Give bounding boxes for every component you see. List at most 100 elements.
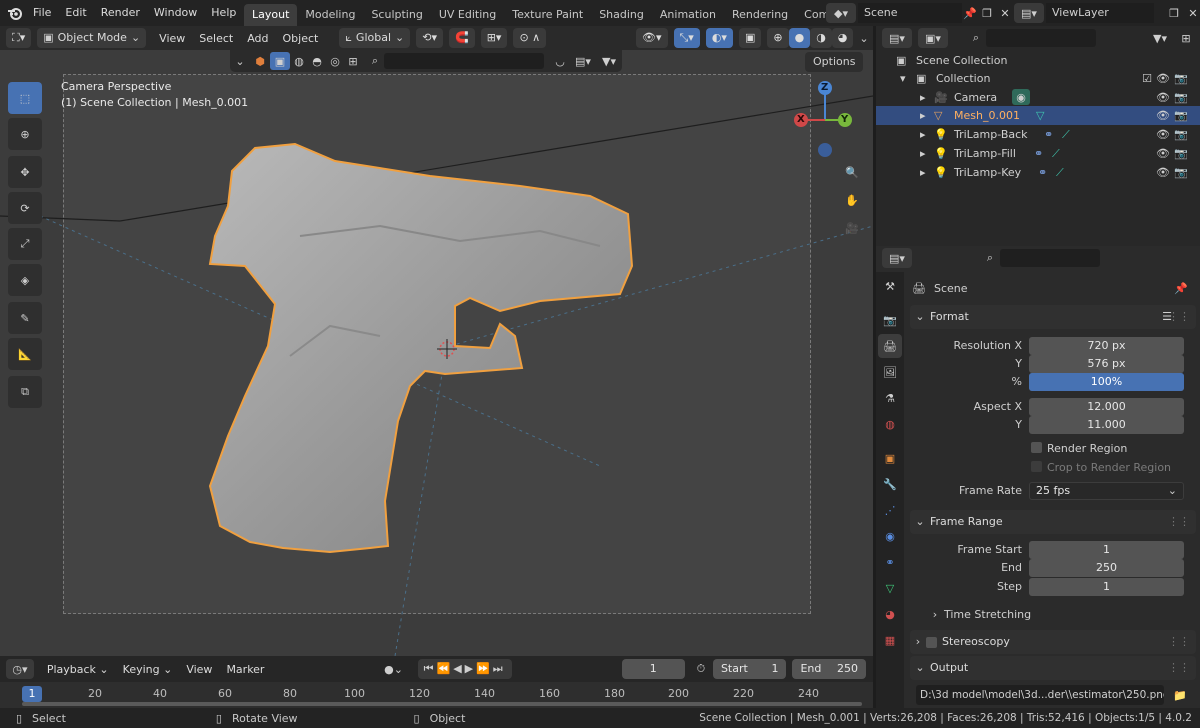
resolution-percent-slider[interactable]: 100% — [1029, 373, 1184, 391]
mode-dropdown[interactable]: ▣ Object Mode ⌄ — [37, 28, 147, 48]
tab-render[interactable]: 📷 — [878, 308, 902, 332]
new-view-layer-icon[interactable]: ❐ — [1164, 7, 1184, 20]
tab-modifiers[interactable]: 🔧 — [878, 472, 902, 496]
sphere-alt-icon[interactable]: ◓ — [308, 55, 326, 68]
outliner-search-input[interactable] — [986, 29, 1096, 47]
sphere-icon[interactable]: ◍ — [290, 55, 308, 68]
camera-render-icon[interactable]: 📷 — [1174, 163, 1188, 182]
gizmo-icon[interactable]: ⤡▾ — [673, 28, 700, 48]
playback-controls[interactable]: ⏮⏪◀▶⏩⏭ — [417, 659, 512, 679]
delete-view-layer-icon[interactable]: ✕ — [1184, 7, 1200, 20]
format-panel-header[interactable]: ⌄ Format ☰ ⋮⋮ — [910, 305, 1196, 329]
display-mode-icon[interactable]: ▤▾ — [570, 55, 596, 68]
tab-data[interactable]: ▽ — [878, 576, 902, 600]
tab-scene[interactable]: ⚗ — [878, 386, 902, 410]
exclude-checkbox[interactable]: ☑ — [1142, 69, 1152, 88]
eye-icon[interactable]: 👁 — [1156, 163, 1170, 182]
menu-object[interactable]: Object — [276, 32, 326, 45]
new-collection-icon[interactable]: ⊞ — [1174, 32, 1198, 45]
record-icon[interactable]: ●⌄ — [381, 663, 405, 676]
stereoscopy-panel-header[interactable]: › Stereoscopy ⋮⋮ — [910, 630, 1196, 654]
chevron-right-icon[interactable]: ▸ — [920, 144, 926, 163]
properties-editor-type-icon[interactable]: ▤▾ — [882, 248, 912, 268]
aspect-y-field[interactable]: 11.000 — [1029, 416, 1184, 434]
chevron-right-icon[interactable]: ▸ — [920, 125, 926, 144]
tab-texture[interactable]: ▦ — [878, 628, 902, 652]
delete-scene-icon[interactable]: ✕ — [996, 7, 1014, 20]
move-tool[interactable]: ✥ — [8, 156, 42, 188]
xray-icon[interactable]: ▣ — [738, 28, 762, 48]
transform-tool[interactable]: ◈ — [8, 264, 42, 296]
tab-particles[interactable]: ⋰ — [878, 498, 902, 522]
menu-timeline-view[interactable]: View — [179, 663, 219, 676]
chevron-down-icon[interactable]: ▾ — [900, 69, 906, 88]
mesh-object[interactable] — [0, 26, 873, 656]
menu-edit[interactable]: Edit — [58, 0, 93, 26]
select-mode-new-icon[interactable]: ▣ — [270, 52, 290, 70]
timeline-scrollbar[interactable] — [22, 702, 862, 706]
constraint-icon[interactable]: ⚭ — [1034, 144, 1043, 163]
aspect-x-field[interactable]: 12.000 — [1029, 398, 1184, 416]
options-button[interactable]: Options — [805, 52, 864, 72]
menu-file[interactable]: File — [26, 0, 58, 26]
mesh-data-icon[interactable]: ▽ — [1036, 106, 1044, 125]
frame-step-field[interactable]: 1 — [1029, 578, 1184, 596]
camera-render-icon[interactable]: 📷 — [1174, 144, 1188, 163]
menu-playback[interactable]: Playback ⌄ — [40, 663, 116, 676]
visibility-icon[interactable]: 👁▾ — [636, 28, 668, 48]
pin-icon[interactable]: 📌 — [962, 7, 978, 20]
zoom-button[interactable]: 🔍 — [838, 158, 866, 186]
camera-view-button[interactable]: 🎥 — [838, 214, 866, 242]
camera-render-icon[interactable]: 📷 — [1174, 125, 1188, 144]
scale-tool[interactable]: ⤢ — [8, 228, 42, 260]
filter-search-input[interactable] — [384, 53, 544, 69]
tab-view-layer[interactable]: 🖼 — [878, 360, 902, 384]
menu-keying[interactable]: Keying ⌄ — [116, 663, 180, 676]
tab-shading[interactable]: Shading — [591, 4, 652, 26]
filter-icon[interactable]: ▼▾ — [1146, 32, 1174, 45]
frame-end-field[interactable]: 250 — [1029, 559, 1184, 577]
eye-icon[interactable]: 👁 — [1156, 88, 1170, 107]
3d-viewport[interactable]: ⛶▾ ▣ Object Mode ⌄ View Select Add Objec… — [0, 26, 873, 656]
filter-icon[interactable]: ▼▾ — [596, 55, 622, 68]
annotate-tool[interactable]: ✎ — [8, 302, 42, 334]
stereoscopy-checkbox[interactable] — [926, 636, 937, 648]
grid-icon[interactable]: ⊞ — [344, 55, 362, 68]
tab-constraints[interactable]: ⚭ — [878, 550, 902, 574]
constraint-icon[interactable]: ⚭ — [1044, 125, 1053, 144]
outliner-row-trilamp-key[interactable]: ▸ 💡 TriLamp-Key ⚭ ⟋ 👁 📷 — [876, 163, 1200, 182]
shading-material-icon[interactable]: ◑ — [810, 28, 832, 48]
camera-render-icon[interactable]: 📷 — [1174, 69, 1188, 88]
tab-layout[interactable]: Layout — [244, 3, 298, 26]
shading-options-icon[interactable]: ⌄ — [859, 32, 868, 45]
light-data-icon[interactable]: ⟋ — [1062, 125, 1070, 144]
eye-icon[interactable]: 👁 — [1156, 125, 1170, 144]
outliner-row-mesh[interactable]: ▸ ▽ Mesh_0.001 ▽ 👁 📷 — [876, 106, 1200, 125]
filter-toggle-icon[interactable]: ◡ — [550, 55, 570, 68]
time-stretching-subpanel[interactable]: › Time Stretching — [928, 608, 1031, 621]
drag-handle-icon[interactable]: ⋮⋮ — [1168, 305, 1190, 329]
chevron-right-icon[interactable]: ▸ — [920, 88, 926, 107]
menu-help[interactable]: Help — [204, 0, 243, 26]
chevron-right-icon[interactable]: ▸ — [920, 163, 926, 182]
chevron-down-icon[interactable]: ⌄ — [230, 55, 250, 68]
render-region-checkbox[interactable]: Render Region — [1031, 442, 1127, 455]
tab-sculpting[interactable]: Sculpting — [363, 4, 430, 26]
frame-rate-dropdown[interactable]: 25 fps ⌄ — [1029, 482, 1184, 500]
tab-object[interactable]: ▣ — [878, 446, 902, 470]
menu-marker[interactable]: Marker — [219, 663, 271, 676]
stopwatch-icon[interactable]: ⏱ — [689, 662, 713, 676]
outliner-row-scene-collection[interactable]: ▣ Scene Collection — [876, 51, 1200, 70]
add-cube-tool[interactable]: ⧉ — [8, 376, 42, 408]
tab-material[interactable]: ◕ — [878, 602, 902, 626]
tab-texture-paint[interactable]: Texture Paint — [504, 4, 591, 26]
blender-logo-icon[interactable] — [4, 5, 26, 21]
editor-type-icon[interactable]: ⛶▾ — [6, 28, 32, 48]
start-frame-field[interactable]: Start 1 — [712, 659, 787, 679]
view-layer-field[interactable]: ViewLayer — [1046, 3, 1154, 23]
eye-icon[interactable]: 👁 — [1156, 144, 1170, 163]
current-frame-marker[interactable]: 1 — [22, 686, 42, 702]
drag-handle-icon[interactable]: ⋮⋮ — [1168, 510, 1190, 534]
snap-target-icon[interactable]: ⊞▾ — [480, 28, 508, 48]
color-icon[interactable]: ⬢ — [250, 55, 270, 68]
